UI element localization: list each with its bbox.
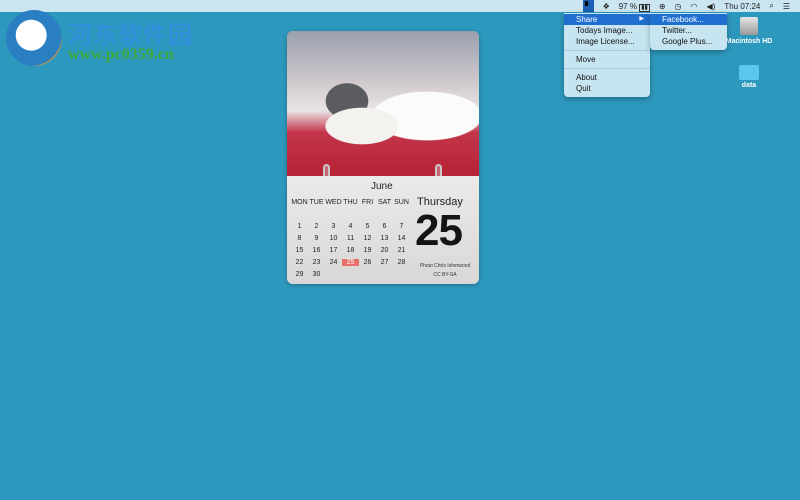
wifi-icon[interactable]: ◠	[691, 2, 698, 11]
weekday-header: SAT	[377, 198, 392, 206]
date-cell[interactable]: 12	[359, 235, 376, 242]
menu-separator	[564, 68, 650, 69]
daily-photo	[287, 31, 479, 176]
spotlight-search-icon[interactable]: ⌕	[769, 1, 773, 11]
license-line: CC BY-SA	[433, 272, 457, 278]
notification-center-icon[interactable]: ☰	[783, 2, 790, 11]
day-number: 25	[415, 206, 463, 255]
date-cell-today[interactable]: 25	[342, 258, 359, 266]
date-cell[interactable]: 22	[291, 259, 308, 266]
menu-bar: ▘ ❖ 97 % ▮▮ ⊕ ◷ ◠ ◀) Thu 07:24 ⌕ ☰	[0, 0, 800, 12]
battery-status[interactable]: 97 % ▮▮	[618, 1, 650, 12]
date-cell[interactable]: 17	[325, 247, 342, 254]
date-cell[interactable]: 29	[291, 271, 308, 278]
date-cell[interactable]: 4	[342, 223, 359, 230]
desktop-icon-macintosh-hd[interactable]: Macintosh HD	[719, 17, 779, 45]
submenu-arrow-icon: ▶	[639, 16, 644, 22]
calendar-app-menubar-icon[interactable]: ▘	[582, 0, 594, 12]
time-machine-icon[interactable]: ◷	[675, 2, 682, 11]
date-cell[interactable]: 2	[308, 223, 325, 230]
logo-emblem-icon	[6, 10, 62, 66]
date-cell[interactable]: 18	[342, 247, 359, 254]
dropbox-icon[interactable]: ❖	[603, 2, 610, 11]
share-submenu: Facebook... Twitter... Google Plus...	[650, 13, 727, 50]
date-cell[interactable]: 16	[308, 247, 325, 254]
date-cell[interactable]: 10	[325, 235, 342, 242]
date-cell[interactable]: 13	[376, 235, 393, 242]
weekday-header: TUE	[309, 198, 324, 206]
menu-item-share[interactable]: Share ▶	[564, 14, 650, 25]
desktop-icon-label: Macintosh HD	[725, 38, 773, 45]
desktop-icon-data[interactable]: data	[719, 63, 779, 89]
watermark-url: www.pc0359.cn	[68, 46, 174, 63]
weekday-header: SUN	[394, 198, 409, 206]
month-label: June	[371, 181, 393, 192]
menu-item-label: Share	[576, 15, 598, 24]
date-cell[interactable]: 7	[393, 223, 410, 230]
date-cell[interactable]: 1	[291, 223, 308, 230]
month-grid: MON TUE WED THU FRI SAT SUN 1 2 3 4 5 6 7 8 9 10 11 12 13 14…	[291, 196, 410, 280]
submenu-item-facebook[interactable]: Facebook...	[650, 14, 727, 25]
clock[interactable]: Thu 07:24	[724, 2, 760, 11]
menu-item-about[interactable]: About	[564, 72, 650, 83]
date-cell[interactable]: 5	[359, 223, 376, 230]
folder-icon	[739, 65, 759, 80]
menu-separator	[564, 50, 650, 51]
battery-percent: 97 %	[618, 1, 637, 11]
date-cell[interactable]: 3	[325, 223, 342, 230]
volume-icon[interactable]: ◀)	[706, 2, 715, 11]
calendar-widget[interactable]: June MON TUE WED THU FRI SAT SUN 1 2 3 4 5 6 7 8 9 10 11 1…	[287, 31, 479, 284]
weekday-header: WED	[325, 198, 342, 206]
credit-line: Photo Chris Isherwood	[419, 263, 471, 269]
menu-item-quit[interactable]: Quit	[564, 83, 650, 94]
menu-item-todays-image[interactable]: Todays Image...	[564, 25, 650, 36]
submenu-item-twitter[interactable]: Twitter...	[650, 25, 727, 36]
weekday-header: MON	[291, 198, 308, 206]
photo-credit: Photo Chris Isherwood CC BY-SA	[411, 262, 479, 280]
weekday-header: FRI	[361, 198, 374, 206]
date-cell[interactable]: 11	[342, 235, 359, 242]
date-cell[interactable]: 6	[376, 223, 393, 230]
date-cell[interactable]: 15	[291, 247, 308, 254]
submenu-item-google-plus[interactable]: Google Plus...	[650, 36, 727, 47]
date-cell[interactable]: 27	[376, 259, 393, 266]
hard-drive-icon	[740, 17, 758, 35]
date-cell[interactable]: 21	[393, 247, 410, 254]
date-cell[interactable]: 19	[359, 247, 376, 254]
battery-icon: ▮▮	[639, 3, 650, 12]
weekday-header: THU	[343, 198, 358, 206]
date-cell[interactable]: 24	[325, 259, 342, 266]
date-cell[interactable]: 8	[291, 235, 308, 242]
menu-item-move[interactable]: Move	[564, 54, 650, 65]
date-cell[interactable]: 20	[376, 247, 393, 254]
calendar-page: June MON TUE WED THU FRI SAT SUN 1 2 3 4 5 6 7 8 9 10 11 1…	[287, 176, 479, 284]
date-cell[interactable]: 23	[308, 259, 325, 266]
accessibility-icon[interactable]: ⊕	[659, 2, 666, 11]
date-cell[interactable]: 14	[393, 235, 410, 242]
date-cell[interactable]: 26	[359, 259, 376, 266]
date-cell[interactable]: 9	[308, 235, 325, 242]
desktop-icon-label: data	[741, 82, 757, 89]
date-cell[interactable]: 28	[393, 259, 410, 266]
watermark-title: 河东软件园	[68, 20, 193, 49]
menu-item-image-license[interactable]: Image License...	[564, 36, 650, 47]
date-cell[interactable]: 30	[308, 271, 325, 278]
app-dropdown-menu: Share ▶ Todays Image... Image License... …	[564, 13, 650, 97]
